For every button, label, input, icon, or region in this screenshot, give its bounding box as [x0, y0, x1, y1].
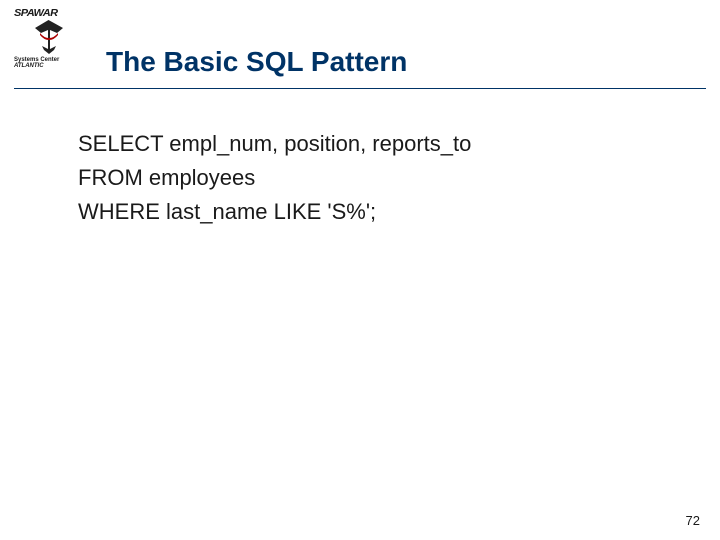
anchor-icon [34, 20, 64, 56]
spawar-logo: SPAWAR Systems Center ATLANTIC [14, 8, 84, 70]
logo-brand-text: SPAWAR [14, 8, 58, 19]
slide-header: SPAWAR Systems Center ATLANTIC The Basic… [0, 0, 720, 86]
sql-from-line: FROM employees [78, 161, 720, 195]
logo-line2: ATLANTIC [14, 63, 44, 70]
sql-select-line: SELECT empl_num, position, reports_to [78, 127, 720, 161]
page-number: 72 [686, 513, 700, 528]
slide-content: SELECT empl_num, position, reports_to FR… [0, 89, 720, 229]
sql-where-line: WHERE last_name LIKE 'S%'; [78, 195, 720, 229]
slide-title: The Basic SQL Pattern [106, 46, 720, 86]
